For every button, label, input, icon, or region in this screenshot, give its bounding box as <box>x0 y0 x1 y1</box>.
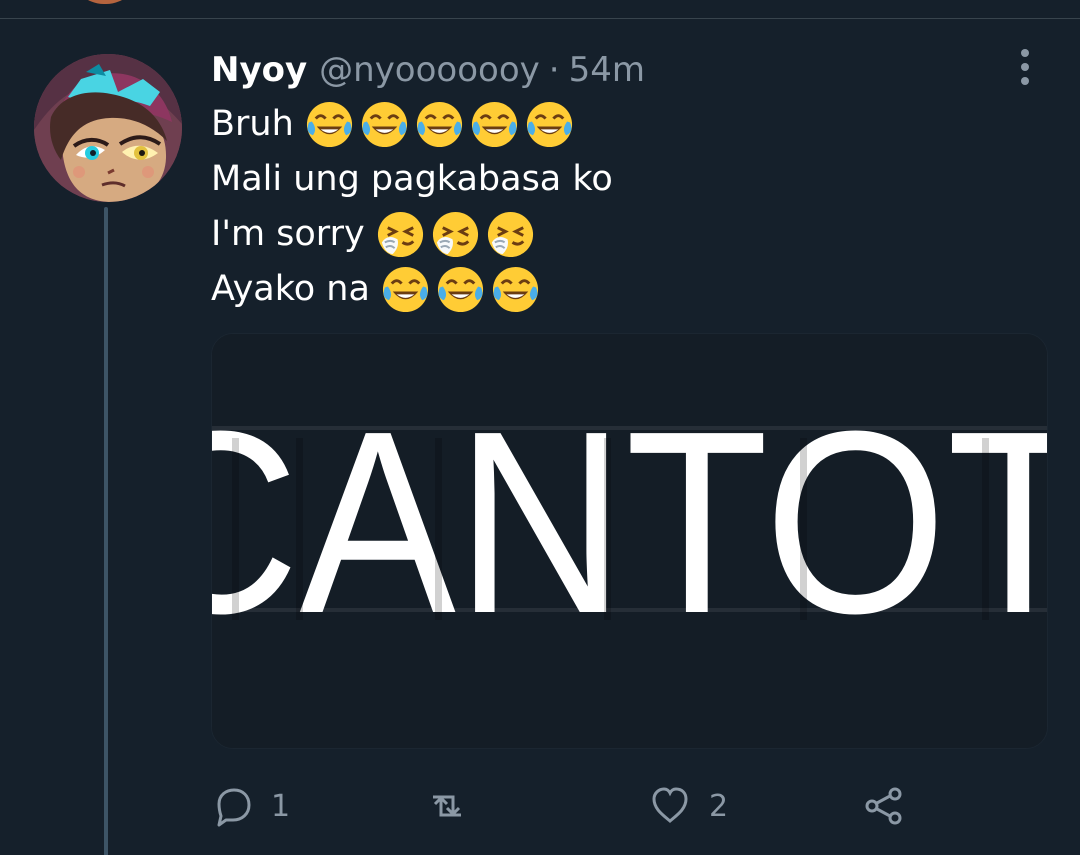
face-with-tears-of-joy-icon <box>361 101 407 148</box>
tweet-text: Bruh Mali ung pagkabasa ko I'm sorry Aya… <box>211 97 1031 317</box>
avatar[interactable] <box>34 54 182 202</box>
emoji-row <box>380 264 541 315</box>
sneezing-face-icon <box>377 211 423 258</box>
like-button[interactable]: 2 <box>649 782 728 830</box>
retweet-button[interactable] <box>426 782 486 830</box>
face-with-tears-of-joy-icon <box>306 101 352 148</box>
retweet-icon <box>433 795 461 817</box>
pixelated-text-image: CANTOT <box>212 334 1047 748</box>
share-icon <box>865 787 902 825</box>
sneezing-face-icon <box>432 211 478 258</box>
tweet-line-text: Mali ung pagkabasa ko <box>211 159 613 199</box>
face-with-tears-of-joy-icon <box>382 266 428 313</box>
reply-button[interactable]: 1 <box>211 782 290 830</box>
tweet-time[interactable]: 54m <box>569 46 645 94</box>
tweet-line-text: I'm sorry <box>211 214 365 254</box>
tweet-line-text: Ayako na <box>211 269 370 309</box>
emoji-row <box>304 99 575 150</box>
tweet-thread-screen: Nyoy @nyooooooy · 54m Bruh Mali ung pagk… <box>0 0 1080 855</box>
tweet-line: Bruh <box>211 97 1031 152</box>
more-options-button[interactable] <box>1005 47 1045 87</box>
anime-avatar-icon <box>34 54 182 202</box>
tweet-media[interactable]: CANTOT <box>211 333 1048 749</box>
display-name[interactable]: Nyoy <box>211 46 307 94</box>
face-with-tears-of-joy-icon <box>526 101 572 148</box>
tweet-line: Ayako na <box>211 262 1031 317</box>
sneezing-face-icon <box>487 211 533 258</box>
share-button[interactable] <box>862 782 904 830</box>
tweet-header: Nyoy @nyooooooy · 54m <box>211 46 645 94</box>
media-visible-text: CANTOT <box>212 378 1047 668</box>
face-with-tears-of-joy-icon <box>437 266 483 313</box>
more-vertical-icon <box>1021 49 1029 85</box>
tweet-line-text: Bruh <box>211 104 294 144</box>
like-count: 2 <box>709 788 729 824</box>
reply-icon <box>217 788 251 827</box>
header-separator: · <box>548 50 560 90</box>
emoji-row <box>375 209 536 260</box>
reply-count: 1 <box>271 788 291 824</box>
previous-tweet-avatar-peek <box>70 0 140 4</box>
user-handle[interactable]: @nyooooooy <box>319 46 540 94</box>
face-with-tears-of-joy-icon <box>416 101 462 148</box>
tweet-line: I'm sorry <box>211 207 1031 262</box>
tweet-actions: 1 2 <box>211 782 1011 830</box>
face-with-tears-of-joy-icon <box>471 101 517 148</box>
tweet-divider <box>0 18 1080 19</box>
heart-icon <box>652 787 688 823</box>
face-with-tears-of-joy-icon <box>492 266 538 313</box>
tweet-line: Mali ung pagkabasa ko <box>211 152 1031 207</box>
thread-connector-line <box>104 207 108 855</box>
